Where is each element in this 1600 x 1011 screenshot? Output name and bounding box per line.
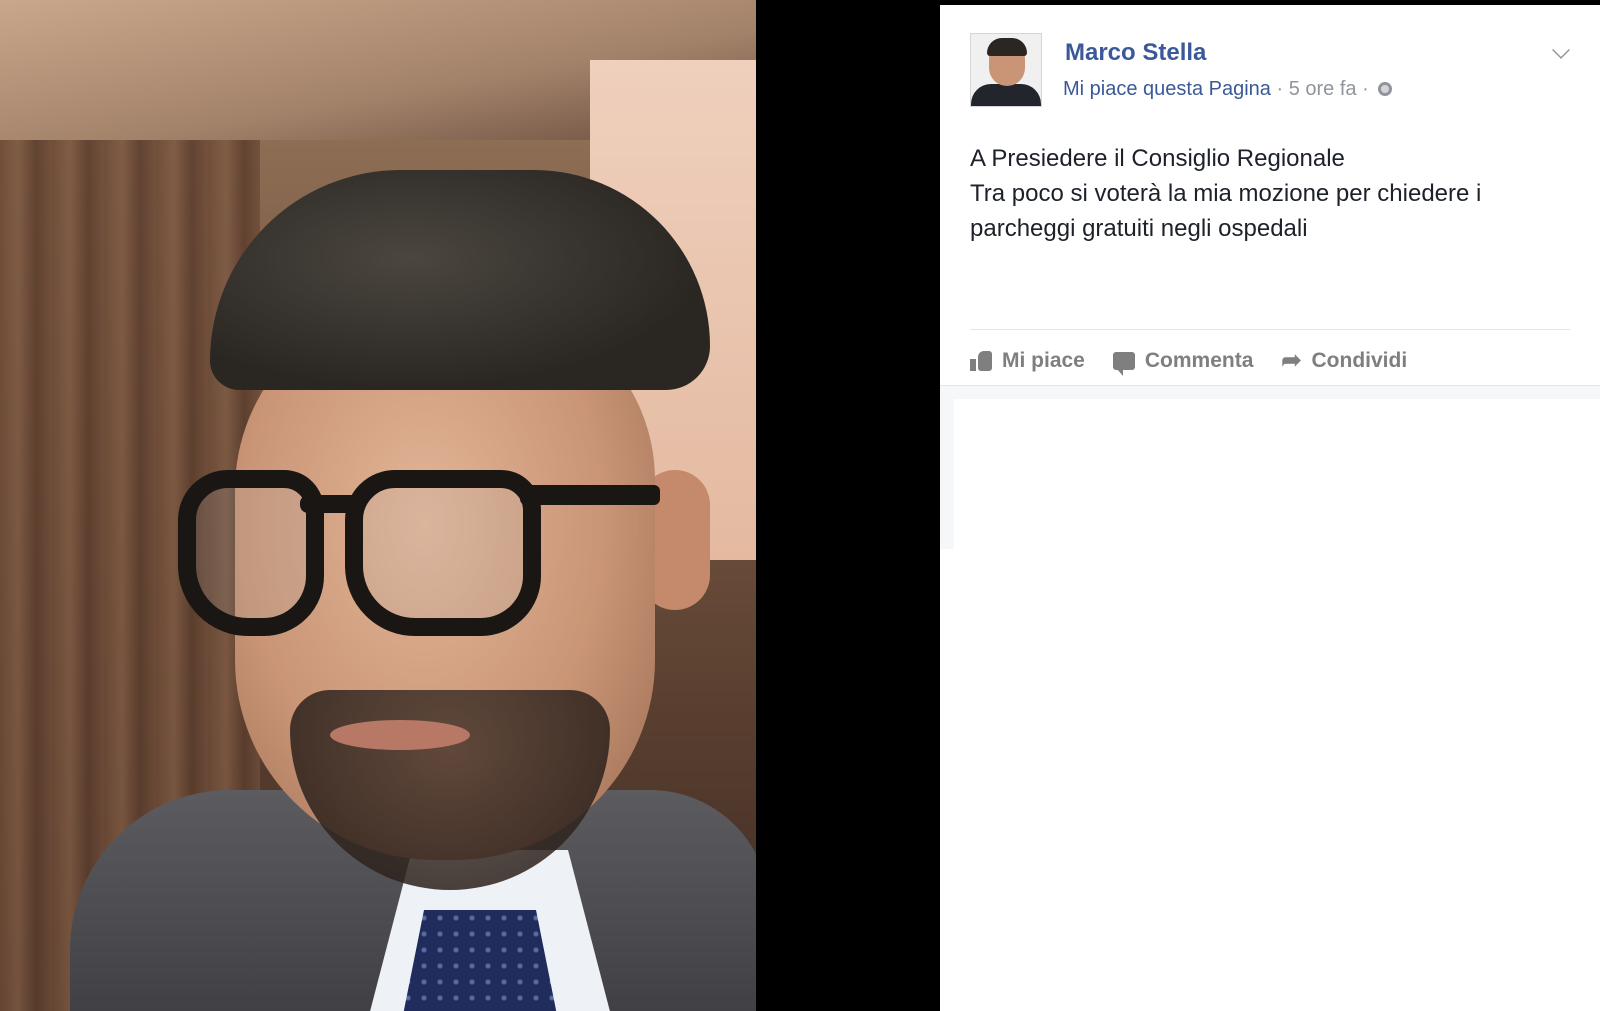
photo-mouth [330,720,470,750]
post-panel: Marco Stella Mi piace questa Pagina · 5 … [940,5,1600,1011]
post-meta: Mi piace questa Pagina · 5 ore fa · [1063,78,1393,101]
like-button[interactable]: Mi piace [970,349,1085,373]
post-text-line: Tra poco si voterà la mia mozione per ch… [970,180,1482,242]
thumbs-up-icon [970,351,992,371]
comment-button[interactable]: Commenta [1112,349,1254,376]
photo-glasses-right-lens [345,470,541,636]
photo-glasses-bridge [300,495,360,513]
post-text-line: A Presiedere il Consiglio Regionale [970,145,1345,172]
globe-icon[interactable] [1378,82,1393,96]
post-timestamp[interactable]: 5 ore fa [1289,78,1357,100]
chevron-down-icon[interactable] [1552,41,1570,59]
avatar-suit [971,84,1041,106]
comment-area-rule [940,399,954,549]
meta-separator: · [1270,78,1289,100]
photo-glasses-left-lens [178,470,324,636]
post-photo[interactable] [0,0,756,1011]
photo-glasses-temple [520,485,660,505]
comment-area-border [940,385,1600,400]
comment-label: Commenta [1144,349,1254,372]
like-label: Mi piace [1002,349,1085,372]
like-page-link[interactable]: Mi piace questa Pagina [1063,78,1271,100]
meta-separator-2: · [1356,78,1375,100]
author-name-link[interactable]: Marco Stella [1065,39,1206,67]
post-text: A Presiedere il Consiglio Regionale Tra … [970,141,1570,246]
avatar[interactable] [970,33,1042,107]
divider [970,329,1570,330]
share-button[interactable]: ➦ Condividi [1281,349,1407,373]
share-label: Condividi [1311,349,1408,372]
photo-hair [210,170,710,390]
comment-icon [1112,352,1135,376]
post-actions: Mi piace Commenta ➦ Condividi [970,341,1407,381]
share-arrow-icon: ➦ [1281,347,1302,374]
photo-tie [400,910,560,1011]
comment-area [940,399,1600,1011]
avatar-hair [987,38,1027,56]
